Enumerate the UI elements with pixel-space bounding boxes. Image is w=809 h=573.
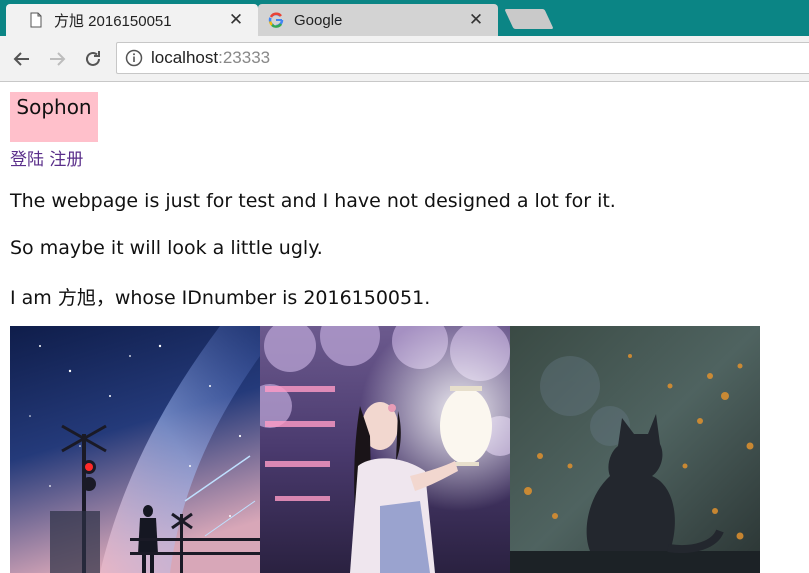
intro-paragraph-3: I am 方旭，whose IDnumber is 2016150051. [10,287,431,309]
google-icon [268,12,284,28]
intro-paragraph-2: So maybe it will look a little ugly. [10,237,323,259]
new-tab-button[interactable] [504,9,554,29]
reload-button[interactable] [82,48,104,70]
close-tab-icon[interactable]: ✕ [228,11,244,28]
back-arrow-icon [13,52,29,66]
url-host: localhost [151,48,219,67]
back-button[interactable] [11,48,33,70]
info-icon[interactable] [125,49,143,67]
reload-icon [86,51,100,66]
tab-strip: 方旭 2016150051 ✕ Google ✕ [0,0,809,36]
intro-paragraph-1: The webpage is just for test and I have … [10,190,616,212]
forward-button[interactable] [46,48,68,70]
gallery-image-lantern-girl [260,326,510,573]
address-bar[interactable]: localhost:23333 [116,42,809,74]
forward-arrow-icon [50,52,66,66]
image-gallery [10,326,760,573]
tab-active[interactable]: 方旭 2016150051 ✕ [6,4,258,36]
tab-title: 方旭 2016150051 [54,12,172,30]
register-link[interactable]: 注册 [49,150,83,170]
page-icon [30,12,42,28]
tab-title: Google [294,11,343,29]
auth-links: 登陆 注册 [10,145,83,170]
tab-google[interactable]: Google ✕ [258,4,498,36]
gallery-image-cat [510,326,760,573]
gallery-image-starry-sky [10,326,260,573]
login-link[interactable]: 登陆 [10,150,44,170]
brand-logo: Sophon [10,92,98,142]
close-tab-icon[interactable]: ✕ [468,11,484,28]
address-url: localhost:23333 [151,48,270,68]
url-port: :23333 [218,48,271,67]
